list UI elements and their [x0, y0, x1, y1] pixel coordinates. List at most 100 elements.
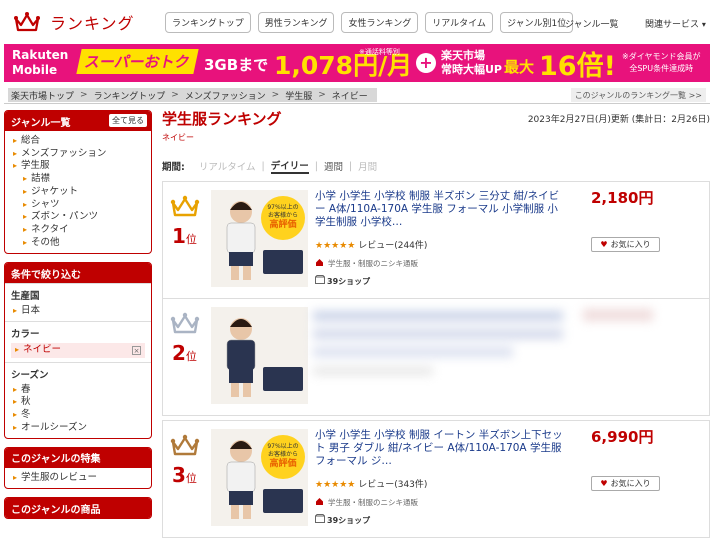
tab-realtime[interactable]: リアルタイム: [199, 159, 256, 173]
badge-line: 高評価: [269, 220, 297, 230]
shop-count-link[interactable]: 39ショップ: [315, 514, 370, 526]
genre-item-label: 総合: [21, 135, 41, 146]
remove-filter-icon[interactable]: ×: [132, 345, 141, 355]
favorite-button[interactable]: ♥ お気に入り: [591, 476, 660, 491]
arrow-right-icon: ▸: [23, 237, 28, 247]
products-box-header: このジャンルの商品: [5, 498, 151, 519]
nav-realtime[interactable]: リアルタイム: [425, 12, 493, 33]
genre-item[interactable]: ▸ 詰襟: [13, 173, 143, 186]
filter-country-japan[interactable]: ▸ 日本: [13, 305, 143, 318]
rating-badge: 97%以上の お客様から 高評価: [261, 196, 305, 240]
shop-house-icon: [315, 258, 324, 269]
product-image[interactable]: 97%以上の お客様から 高評価: [211, 190, 308, 287]
shop-name: 学生服・制服のニシキ通販: [328, 259, 418, 268]
ranking-item[interactable]: 2位: [162, 298, 710, 416]
genre-item[interactable]: ▸ 学生服: [13, 160, 143, 173]
tab-weekly[interactable]: 週間: [324, 159, 343, 173]
genre-item[interactable]: ▸ 総合: [13, 135, 143, 148]
genre-item-label: 詰襟: [31, 173, 51, 185]
product-name-link[interactable]: 小学 小学生 小学校 制服 半ズボン 三分丈 紺/ネイビー A体/110A-17…: [315, 190, 565, 229]
genre-item[interactable]: ▸ ジャケット: [13, 186, 143, 199]
breadcrumb-sep: >: [318, 90, 326, 100]
genre-item-label: その他: [31, 236, 60, 248]
arrow-right-icon: ▸: [13, 397, 18, 407]
favorite-button[interactable]: ♥ お気に入り: [591, 237, 660, 252]
nav-genre-first[interactable]: ジャンル別1位: [499, 12, 574, 33]
related-services-label: 関連サービス: [645, 20, 700, 30]
banner-note2-l2: 全SPU条件達成時: [629, 64, 694, 73]
filter-option-label: オールシーズン: [21, 421, 88, 433]
genre-item[interactable]: ▸ ズボン・パンツ: [13, 211, 143, 224]
heart-icon: ♥: [600, 240, 608, 249]
genre-item[interactable]: ▸ その他: [13, 237, 143, 250]
filter-selected-label: ネイビー: [23, 344, 62, 356]
banner-brand-top: Rakuten: [12, 48, 69, 62]
genre-item-label: シャツ: [31, 198, 60, 210]
shops-icon: [315, 514, 325, 525]
shop-link[interactable]: 学生服・制服のニシキ通販: [315, 497, 418, 508]
nav-male-ranking[interactable]: 男性ランキング: [257, 12, 335, 33]
product-price: 2,180円: [591, 189, 654, 207]
rank-crown-icon: [170, 433, 200, 460]
heart-icon: ♥: [600, 479, 608, 488]
arrow-right-icon: ▸: [23, 174, 28, 184]
sidebar: ジャンル一覧 全て見る ▸ 総合 ▸ メンズファッション ▸ 学生服 ▸ 詰襟 ▸ ジャケット ▸ シャ…: [4, 110, 152, 527]
review-stars[interactable]: ★★★★★ レビュー(343件): [315, 477, 427, 490]
genre-item-label: ジャケット: [31, 185, 79, 197]
shop-link[interactable]: 学生服・制服のニシキ通販: [315, 258, 418, 269]
review-stars[interactable]: ★★★★★ レビュー(244件): [315, 238, 427, 251]
genre-box: ジャンル一覧 全て見る ▸ 総合 ▸ メンズファッション ▸ 学生服 ▸ 詰襟 ▸ ジャケット ▸ シャ…: [4, 110, 152, 255]
badge-line: 97%以上の: [267, 443, 299, 450]
see-all-button[interactable]: 全て見る: [109, 114, 147, 127]
arrow-right-icon: ▸: [13, 422, 18, 432]
tab-daily[interactable]: デイリー: [270, 158, 309, 174]
filter-season-item[interactable]: ▸ 秋: [13, 396, 143, 409]
genre-item-label: ズボン・パンツ: [31, 211, 98, 223]
genre-list: ▸ 総合 ▸ メンズファッション ▸ 学生服 ▸ 詰襟 ▸ ジャケット ▸ シャツ ▸ ズボン・パンツ ▸ ネ…: [5, 131, 151, 253]
breadcrumb-item[interactable]: 楽天市場トップ: [11, 89, 74, 102]
filter-color-selected[interactable]: ▸ ネイビー ×: [11, 343, 145, 358]
banner-note: ※通話料等別: [359, 48, 400, 56]
genre-list-link[interactable]: ジャンル一覧: [565, 17, 619, 30]
arrow-right-icon: ▸: [13, 472, 18, 482]
rating-badge: 97%以上の お客様から 高評価: [261, 435, 305, 479]
nav-female-ranking[interactable]: 女性ランキング: [341, 12, 419, 33]
promo-banner[interactable]: Rakuten Mobile スーパーおトク 3GBまで 1,078円/月 ※通話…: [4, 44, 710, 82]
breadcrumb-item[interactable]: 学生服: [285, 89, 312, 102]
site-title: ランキング: [50, 14, 135, 33]
filter-option-label: 冬: [21, 409, 31, 421]
shop-count-link[interactable]: 39ショップ: [315, 275, 370, 287]
update-date: 2023年2月27日(月)更新 (集計日：2月26日): [527, 115, 710, 125]
blurred-content: [163, 299, 709, 415]
nav-ranking-top[interactable]: ランキングトップ: [165, 12, 251, 33]
arrow-right-icon: ▸: [23, 224, 28, 234]
arrow-right-icon: ▸: [13, 306, 18, 316]
filter-option-label: 春: [21, 383, 31, 395]
subgenre-label: ネイビー: [162, 133, 194, 142]
arrow-right-icon: ▸: [23, 186, 28, 196]
breadcrumb-item[interactable]: メンズファッション: [185, 89, 266, 102]
genre-item[interactable]: ▸ シャツ: [13, 199, 143, 212]
breadcrumb-sep: >: [80, 90, 88, 100]
genre-item[interactable]: ▸ メンズファッション: [13, 148, 143, 161]
related-services-menu[interactable]: 関連サービス ▾: [645, 17, 706, 30]
shop-name: 学生服・制服のニシキ通販: [328, 498, 418, 507]
genre-ranking-list-link[interactable]: このジャンルのランキング一覧 >>: [570, 88, 706, 102]
genre-item[interactable]: ▸ ネクタイ: [13, 224, 143, 237]
feature-review-link[interactable]: ▸ 学生服のレビュー: [13, 472, 143, 485]
arrow-right-icon: ▸: [15, 345, 20, 355]
breadcrumb-item[interactable]: ランキングトップ: [94, 89, 166, 102]
filter-selected-item: ▸ ネイビー: [15, 344, 61, 357]
ranking-item[interactable]: 1位 97%以上の お客様から 高評価 小学 小学生 小学校 制服 半ズボン 三分丈 紺…: [162, 181, 710, 299]
feature-box: このジャンルの特集 ▸ 学生服のレビュー: [4, 446, 152, 490]
ranking-item[interactable]: 3位 97%以上の お客様から 高評価 小学 小学生 小学校 制服 イートン 半ズボン上…: [162, 420, 710, 538]
ranking-logo[interactable]: ランキング: [14, 10, 135, 34]
filter-season-item[interactable]: ▸ オールシーズン: [13, 422, 143, 435]
product-name-link[interactable]: 小学 小学生 小学校 制服 イートン 半ズボン上下セット 男子 ダブル 紺/ネイ…: [315, 429, 565, 468]
feature-box-header: このジャンルの特集: [5, 447, 151, 468]
product-image[interactable]: 97%以上の お客様から 高評価: [211, 429, 308, 526]
filter-season-item[interactable]: ▸ 春: [13, 384, 143, 397]
filter-season-item[interactable]: ▸ 冬: [13, 409, 143, 422]
tab-monthly[interactable]: 月間: [358, 159, 377, 173]
banner-ichiba-l1: 楽天市場: [441, 49, 485, 62]
